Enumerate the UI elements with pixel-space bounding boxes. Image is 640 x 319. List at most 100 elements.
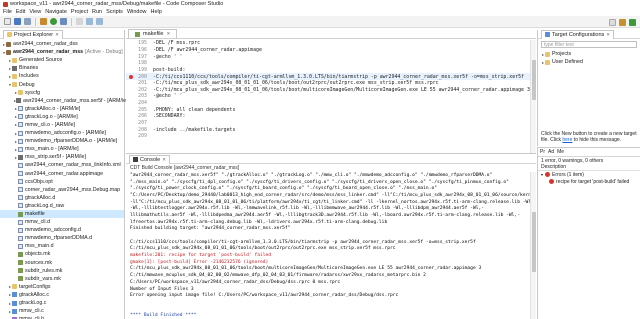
tree-item[interactable]: subdir_vars.mk <box>0 275 124 283</box>
open-perspective-icon[interactable] <box>609 19 616 26</box>
scrollbar-thumb[interactable] <box>532 212 536 272</box>
forward-arrow-icon[interactable] <box>96 18 103 25</box>
debug-perspective-icon[interactable] <box>629 19 636 26</box>
tab-problems[interactable]: Pr <box>540 149 545 155</box>
tree-item[interactable]: ▾ Debug <box>0 80 124 88</box>
tree-item[interactable]: awr2944_corner_radar.appimage <box>0 170 124 178</box>
tab-makefile[interactable]: makefile ✕ <box>128 29 178 38</box>
tree-item-label: subdir_rules.mk <box>25 267 63 274</box>
target-config-message: Click the New button to create a new tar… <box>541 131 639 144</box>
filter-input[interactable]: type filter text <box>541 41 637 48</box>
tree-item[interactable]: ▸ syscfg <box>0 89 124 97</box>
tree-item[interactable]: gtrackAlloc.d <box>0 194 124 202</box>
back-arrow-icon[interactable] <box>86 18 93 25</box>
menu-view[interactable]: View <box>29 9 41 15</box>
tab-advice[interactable]: Ad <box>548 149 554 155</box>
tree-item[interactable]: ▸ Binaries <box>0 64 124 72</box>
tree-item-label: sources.mk <box>25 259 53 266</box>
tree-item[interactable]: ▸ mmw_cli.o - [ARM/le] <box>0 121 124 129</box>
close-icon[interactable]: ✕ <box>55 32 59 38</box>
tree-item[interactable]: ▸ awr2944_corner_radar_mss.ser5f - [ARM/l… <box>0 97 128 105</box>
close-icon[interactable]: ✕ <box>166 31 170 37</box>
problems-summary: 1 error, 0 warnings, 0 others <box>541 157 604 164</box>
tree-item[interactable]: corner_radar_awr2944_mss.Debug.map <box>0 186 124 194</box>
tree-item[interactable]: subdir_rules.mk <box>0 267 124 275</box>
tree-item[interactable]: mmw_cli.d <box>0 218 124 226</box>
tree-item-label: gtrackLog.d_raw <box>25 202 65 209</box>
line-number: 208 <box>138 126 147 133</box>
build-hammer-icon[interactable] <box>40 18 47 25</box>
tab-target-configurations[interactable]: Target Configurations ✕ <box>541 29 615 39</box>
tree-item-user-defined[interactable]: ▸ User Defined <box>538 58 640 66</box>
file-icon <box>18 162 23 168</box>
console-output[interactable]: "awr2944_corner_radar_mss.xer5f" "./gtra… <box>126 172 530 319</box>
code-text: -C:/ti/mcu_plus_sdk_awr294x_08_01_01_06/… <box>153 86 530 93</box>
console-icon <box>133 157 138 162</box>
tree-item[interactable]: ▸ mss_main.o - [ARM/le] <box>0 145 124 153</box>
tree-item-label: mmw_cli.c <box>19 308 44 315</box>
tree-item[interactable]: mss_main.d <box>0 242 124 250</box>
tree-item[interactable]: ▸ mmwdemo_adcconfig.o - [ARM/le] <box>0 129 124 137</box>
tree-item[interactable]: mmwdemo_rfparserDDMA.d <box>0 234 124 242</box>
console-scrollbar[interactable] <box>530 172 536 319</box>
tree-item[interactable]: ▸ gtrackAlloc.o - [ARM/le] <box>0 105 124 113</box>
tree-item[interactable]: ▸ gtrackLog.c <box>0 299 124 307</box>
tab-project-explorer[interactable]: Project Explorer ✕ <box>3 29 63 39</box>
flash-icon[interactable] <box>60 18 67 25</box>
description-column-header[interactable]: Description <box>538 164 640 171</box>
code-line: 197 -@echo ' ' <box>126 53 530 60</box>
menu-project[interactable]: Project <box>71 9 88 15</box>
tree-item[interactable]: makefile <box>0 209 124 219</box>
tree-item[interactable]: ▸ Generated Source <box>0 56 124 64</box>
menu-file[interactable]: File <box>3 9 12 15</box>
hide-message-link[interactable]: here <box>562 137 572 143</box>
tree-item[interactable]: ▾ awr2944_corner_radar_mss [Active - Debug… <box>0 48 124 56</box>
tree-item-label: awr2944_corner_radar_mss.ser5f - [ARM/le… <box>23 97 128 104</box>
console-line: Error opening input image file! C:/Users… <box>130 293 399 299</box>
close-icon[interactable]: ✕ <box>606 32 610 38</box>
line-number: 201 <box>138 80 147 87</box>
menu-help[interactable]: Help <box>151 9 162 15</box>
new-file-icon[interactable] <box>4 18 11 25</box>
menu-run[interactable]: Run <box>92 9 102 15</box>
tree-item[interactable]: ▸ mmwdemo_rfparserDDMA.o - [ARM/le] <box>0 137 124 145</box>
editor-scrollbar[interactable] <box>530 40 536 153</box>
menu-navigate[interactable]: Navigate <box>45 9 67 15</box>
edit-perspective-icon[interactable] <box>619 19 626 26</box>
code-editor[interactable]: 195 -DEL /F mss.rprc 196 -DEL /F awr2944_… <box>126 40 530 153</box>
tree-item[interactable]: gtrackLog.d_raw <box>0 202 124 210</box>
tree-item-projects[interactable]: ▸ Projects <box>538 50 640 58</box>
tree-item[interactable]: mmwdemo_adcconfig.d <box>0 226 124 234</box>
tab-console[interactable]: Console ✕ <box>129 154 170 164</box>
tree-item[interactable]: ▸ mmw_cli.c <box>0 307 124 315</box>
tab-memory[interactable]: Me <box>557 149 564 155</box>
save-icon[interactable] <box>14 18 21 25</box>
editor-tab-label: makefile <box>143 31 164 37</box>
tree-item[interactable]: sources.mk <box>0 259 124 267</box>
error-marker-icon[interactable] <box>129 74 133 79</box>
tree-item-label: gtrackLog.c <box>19 300 47 307</box>
save-all-icon[interactable] <box>24 18 31 25</box>
error-group-row[interactable]: ▾ Errors (1 item) <box>538 171 640 178</box>
close-icon[interactable]: ✕ <box>162 157 166 163</box>
tree-item[interactable]: ccsObjs.opt <box>0 178 124 186</box>
menu-edit[interactable]: Edit <box>16 9 25 15</box>
scrollbar-thumb[interactable] <box>532 60 536 100</box>
tree-item[interactable]: ▸mmw_cli.h <box>0 315 124 319</box>
tree-item[interactable]: ▸ gtrackLog.o - [ARM/le] <box>0 113 124 121</box>
search-icon[interactable] <box>76 18 83 25</box>
console-line: makefile:201: recipe for target 'post-bu… <box>130 253 272 259</box>
tree-item[interactable]: ▸ gtrackAlloc.c <box>0 291 124 299</box>
tree-item[interactable]: objects.mk <box>0 250 124 258</box>
project-explorer-header: Project Explorer ✕ <box>0 29 124 39</box>
tree-item[interactable]: ▸ mss_strip.ser5f - [ARM/le] <box>0 153 124 161</box>
tree-item[interactable]: ▸ Includes <box>0 72 124 80</box>
error-item-row[interactable]: recipe for target 'post-build' failed <box>538 178 640 185</box>
tree-item[interactable]: ▸ awr2944_corner_radar_dss <box>0 40 124 48</box>
error-icon <box>549 179 554 184</box>
tree-item[interactable]: ▸ targetConfigs <box>0 283 124 291</box>
menu-window[interactable]: Window <box>127 9 147 15</box>
tree-item[interactable]: awr2944_corner_radar_mss_linkInfo.xml <box>0 161 124 169</box>
debug-bug-icon[interactable] <box>50 18 57 25</box>
menu-scripts[interactable]: Scripts <box>106 9 123 15</box>
